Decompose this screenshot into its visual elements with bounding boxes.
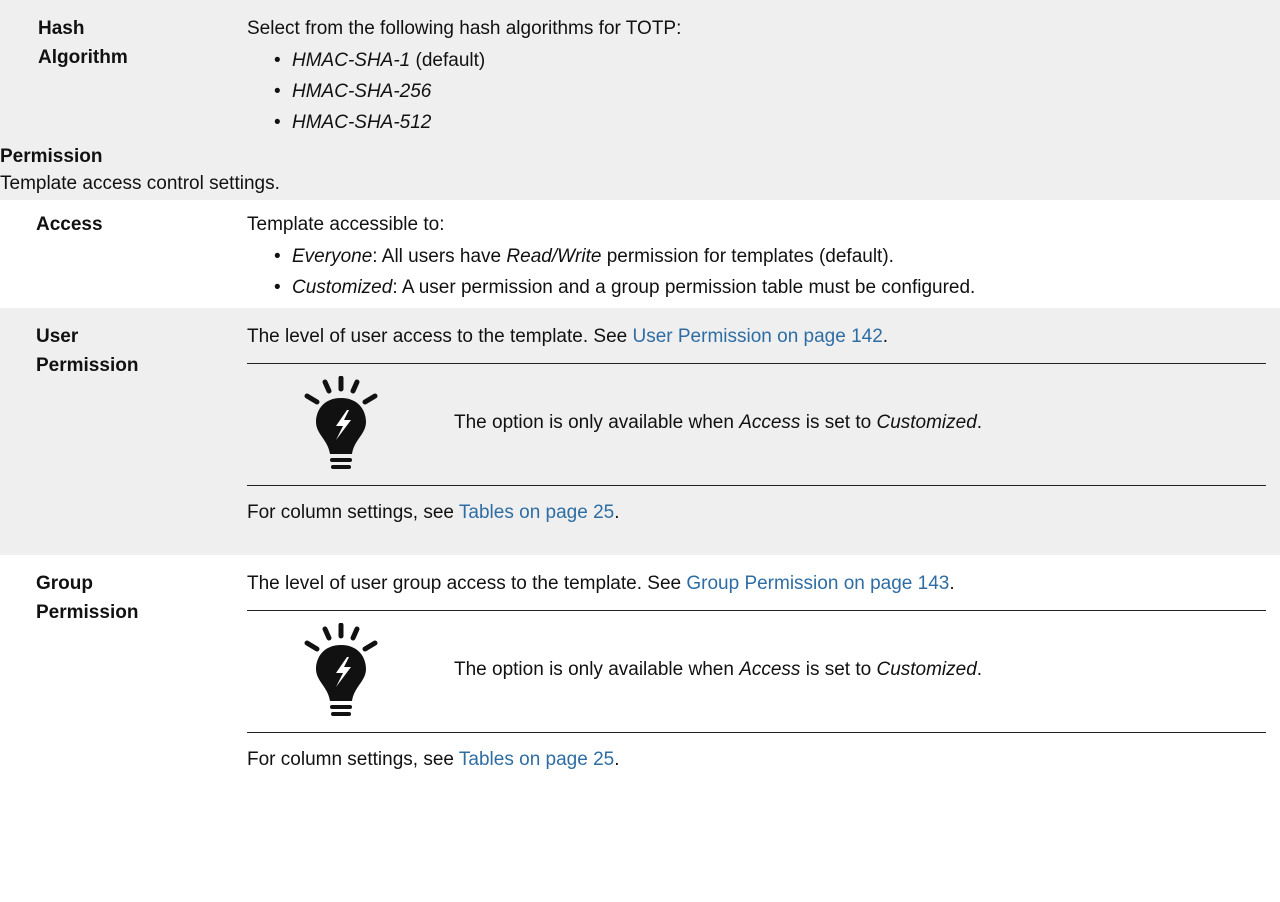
user-permission-row: User Permission The level of user access… — [0, 308, 1280, 555]
group-permission-row: Group Permission The level of user group… — [0, 555, 1280, 805]
note-text: The option is only available when Access… — [454, 659, 983, 680]
column-settings-text: For column settings, see Tables on page … — [247, 749, 620, 770]
hash-algorithm-row: Hash Algorithm Select from the following… — [0, 0, 1280, 138]
column-settings-text: For column settings, see Tables on page … — [247, 502, 620, 523]
tables-link[interactable]: Tables on page 25 — [459, 749, 614, 770]
user-permission-description: The level of user access to the template… — [247, 322, 1280, 555]
access-label: Access — [36, 214, 103, 235]
list-item: Customized: A user permission and a grou… — [247, 272, 1266, 303]
note-box: The option is only available when Access… — [247, 363, 1266, 486]
section-description: Template access control settings. — [0, 173, 280, 194]
tables-link[interactable]: Tables on page 25 — [459, 502, 614, 523]
note-box: The option is only available when Access… — [247, 610, 1266, 733]
access-description: Template accessible to: Everyone: All us… — [247, 210, 1280, 308]
lightbulb-tip-icon — [304, 623, 378, 716]
access-intro: Template accessible to: — [247, 214, 445, 235]
document: Hash Algorithm Select from the following… — [0, 0, 1280, 805]
hash-algorithm-label: Hash Algorithm — [38, 18, 128, 68]
list-item: HMAC-SHA-1 (default) — [247, 45, 1266, 76]
list-item: HMAC-SHA-512 — [247, 107, 1266, 138]
group-permission-text: The level of user group access to the te… — [247, 573, 955, 594]
user-permission-link[interactable]: User Permission on page 142 — [632, 326, 882, 347]
hash-algorithm-intro: Select from the following hash algorithm… — [247, 18, 682, 39]
access-options: Everyone: All users have Read/Write perm… — [247, 241, 1266, 303]
group-permission-label: Group Permission — [36, 573, 139, 623]
permission-section-header: Permission Template access control setti… — [0, 138, 1280, 200]
note-text: The option is only available when Access… — [454, 412, 983, 433]
hash-algorithm-description: Select from the following hash algorithm… — [247, 14, 1280, 138]
section-title: Permission — [0, 146, 103, 167]
list-item: HMAC-SHA-256 — [247, 76, 1266, 107]
group-permission-description: The level of user group access to the te… — [247, 569, 1280, 805]
list-item: Everyone: All users have Read/Write perm… — [247, 241, 1266, 272]
lightbulb-tip-icon — [304, 376, 378, 469]
user-permission-label: User Permission — [36, 326, 139, 376]
hash-algorithm-options: HMAC-SHA-1 (default) HMAC-SHA-256 HMAC-S… — [247, 45, 1266, 138]
group-permission-link[interactable]: Group Permission on page 143 — [686, 573, 949, 594]
access-row: Access Template accessible to: Everyone:… — [0, 200, 1280, 308]
user-permission-text: The level of user access to the template… — [247, 326, 889, 347]
